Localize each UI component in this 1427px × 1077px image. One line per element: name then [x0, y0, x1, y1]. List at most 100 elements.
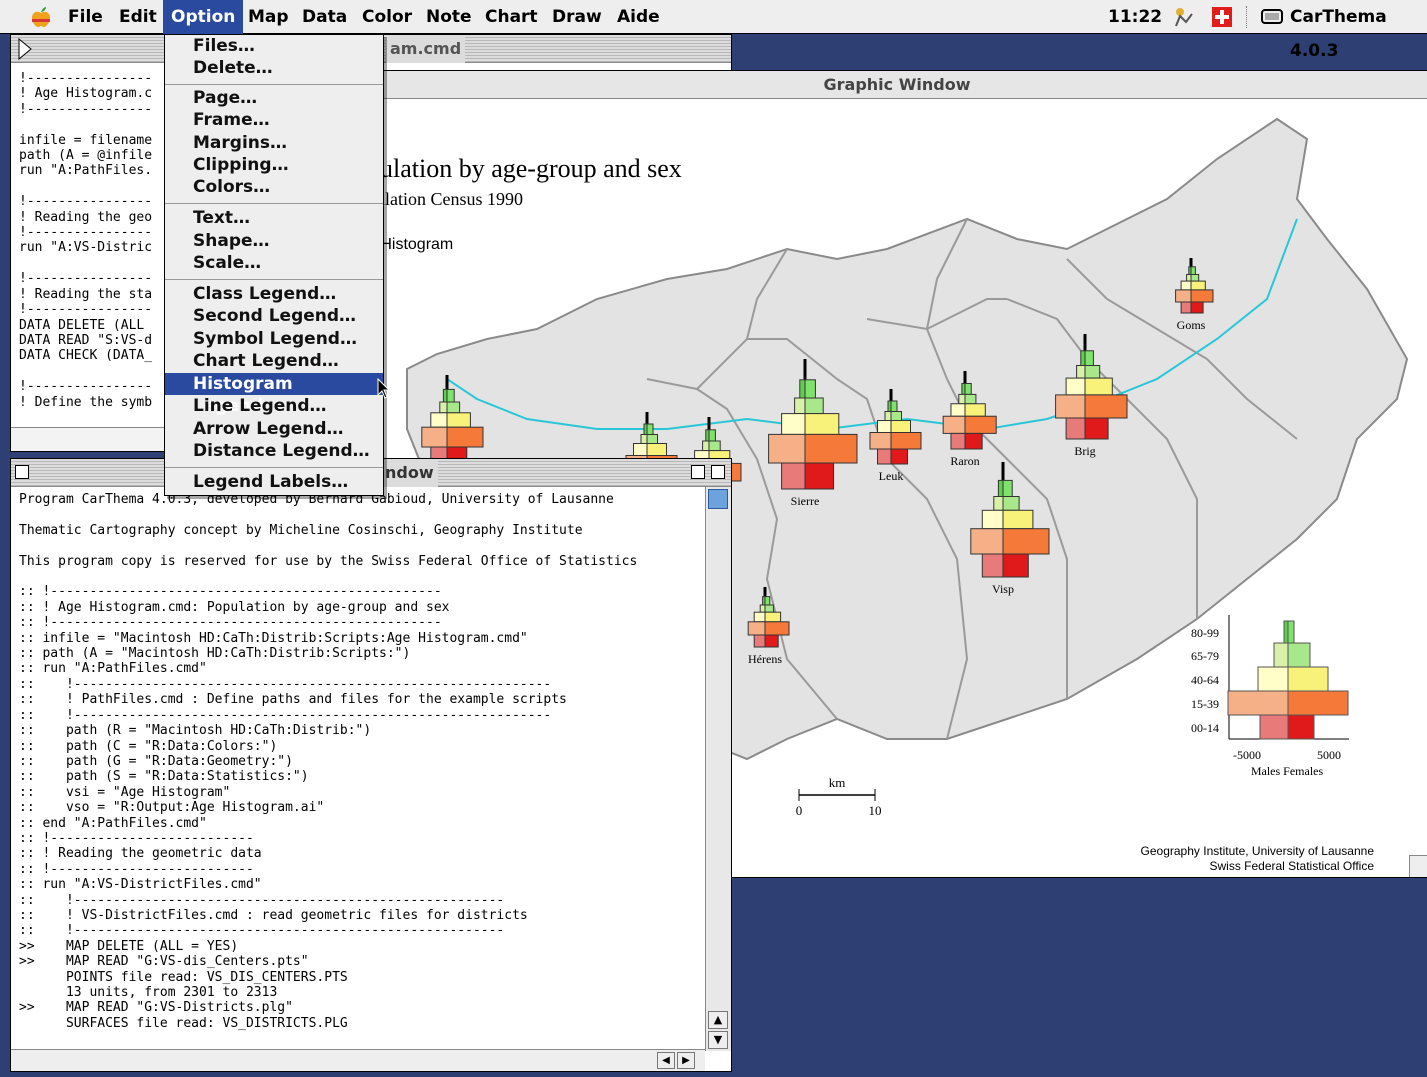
script-line: [19, 364, 152, 379]
menu-aide[interactable]: Aide: [609, 0, 668, 34]
collapse-box-icon[interactable]: [711, 465, 725, 479]
log-line: 13 units, from 2301 to 2313: [19, 985, 278, 1000]
help-icon[interactable]: [1172, 6, 1194, 28]
zoom-box-icon[interactable]: [691, 465, 705, 479]
menu-item-colors[interactable]: Colors…: [165, 176, 383, 198]
menu-item-text[interactable]: Text…: [165, 207, 383, 229]
script-line: ! Reading the sta: [19, 286, 153, 302]
scale-label: km: [829, 775, 846, 790]
log-line: :: !------------------------------------…: [19, 892, 505, 908]
scale-start: 0: [796, 803, 803, 818]
log-text[interactable]: Program CarThema 4.0.3, developed by Ber…: [19, 492, 637, 1031]
keyboard-flag-icon[interactable]: [1212, 7, 1232, 27]
map-title: pulation by age-group and sex: [367, 154, 682, 183]
legend-class-label: 65-79: [1191, 649, 1219, 663]
script-line: !----------------: [19, 225, 153, 241]
district-label: Hérens: [748, 652, 782, 666]
menu-item-page[interactable]: Page…: [165, 87, 383, 109]
scroll-down-arrow-icon[interactable]: ▼: [708, 1031, 728, 1049]
menu-map[interactable]: Map: [240, 0, 297, 34]
log-line: :: ! Reading the geometric data: [19, 846, 262, 862]
menu-item-clipping[interactable]: Clipping…: [165, 154, 383, 176]
log-line: :: ! PathFiles.cmd : Define paths and fi…: [19, 692, 567, 708]
log-line: :: path (C = "R:Data:Colors:"): [19, 738, 278, 754]
close-box-icon[interactable]: [15, 465, 29, 479]
script-line: infile = filename: [19, 132, 153, 148]
legend-class-label: 40-64: [1191, 673, 1219, 687]
log-line: :: !------------------------------------…: [19, 676, 552, 692]
menu-item-margins[interactable]: Margins…: [165, 132, 383, 154]
log-vertical-scrollbar[interactable]: ▲ ▼: [705, 487, 731, 1051]
log-line: :: infile = "Macintosh HD:CaTh:Distrib:S…: [19, 630, 528, 646]
app-icon[interactable]: [1260, 7, 1284, 27]
map-subtitle: pulation Census 1990: [367, 189, 523, 209]
script-line: DATA DELETE (ALL: [19, 317, 145, 333]
credit-line-1: Geography Institute, University of Lausa…: [1141, 844, 1375, 858]
log-window[interactable]: ndow Program CarThema 4.0.3, developed b…: [10, 458, 732, 1072]
clock: 11:22: [1108, 7, 1163, 27]
script-line: !----------------: [19, 71, 153, 86]
log-horizontal-scrollbar[interactable]: ◀ ▶: [11, 1049, 705, 1071]
menu-data[interactable]: Data: [294, 0, 355, 34]
legend-axis-max: 5000: [1317, 748, 1341, 762]
menu-item-shape[interactable]: Shape…: [165, 230, 383, 252]
scroll-thumb[interactable]: [708, 489, 728, 509]
menu-item-frame[interactable]: Frame…: [165, 109, 383, 131]
log-line: :: vso = "R:Output:Age Histogram.ai": [19, 800, 325, 816]
menu-item-symbol-legend[interactable]: Symbol Legend…: [165, 328, 383, 350]
district-label: Leuk: [879, 469, 904, 483]
menu-draw[interactable]: Draw: [544, 0, 610, 34]
menu-item-histogram-legend[interactable]: Histogram Legend…: [165, 373, 383, 416]
scroll-up-arrow-icon[interactable]: ▲: [708, 1011, 728, 1029]
menu-note[interactable]: Note: [418, 0, 480, 34]
log-line: :: ! Age Histogram.cmd: Population by ag…: [19, 599, 450, 615]
district-label: Sierre: [791, 494, 820, 508]
script-text[interactable]: !----------------! Age Histogram.c !-----…: [19, 71, 152, 410]
log-line: >> MAP READ "G:VS-dis_Centers.pts": [19, 954, 309, 970]
menu-item-second-legend[interactable]: Second Legend…: [165, 305, 383, 327]
scroll-right-arrow-icon[interactable]: ▶: [677, 1052, 695, 1069]
log-line: :: !------------------------------------…: [19, 615, 442, 631]
script-line: !----------------: [19, 101, 153, 117]
menu-bar: File Edit Option Map Data Color Note Cha…: [0, 0, 1427, 61]
scroll-left-arrow-icon[interactable]: ◀: [657, 1052, 675, 1069]
graphic-resize-corner[interactable]: [1409, 855, 1427, 877]
menu-item-chart-legend[interactable]: Chart Legend…: [165, 350, 383, 372]
menu-separator: [165, 467, 383, 468]
apple-icon[interactable]: [30, 6, 52, 28]
menu-chart[interactable]: Chart: [477, 0, 546, 34]
legend-class-label: 80-99: [1191, 626, 1219, 640]
log-line: :: path (G = "R:Data:Geometry:"): [19, 753, 293, 769]
collapse-tab-icon[interactable]: [13, 35, 37, 63]
menu-file[interactable]: File: [60, 0, 111, 34]
legend-class-label: 15-39: [1191, 697, 1219, 711]
menu-item-line-legend[interactable]: Line Legend…: [165, 395, 383, 417]
script-line: ! Age Histogram.c: [19, 86, 153, 102]
menu-item-distance-legend[interactable]: Distance Legend…: [165, 440, 383, 462]
menu-item-delete[interactable]: Delete…: [165, 57, 383, 79]
menu-item-arrow-legend[interactable]: Arrow Legend…: [165, 418, 383, 440]
menu-option[interactable]: Option: [163, 0, 244, 34]
menubar-divider: [1246, 6, 1248, 28]
credit-line-2: Swiss Federal Statistical Office: [1209, 859, 1374, 873]
menu-item-legend-labels[interactable]: Legend Labels…: [165, 471, 383, 493]
log-line: :: end "A:PathFiles.cmd": [19, 815, 207, 831]
log-line: :: !------------------------------------…: [19, 923, 505, 939]
script-line: !----------------: [19, 302, 153, 318]
menu-item-class-legend[interactable]: Class Legend…: [165, 283, 383, 305]
log-line: :: path (S = "R:Data:Statistics:"): [19, 769, 309, 785]
option-menu: Files… Delete… Page… Frame… Margins… Cli…: [164, 34, 384, 496]
menu-color[interactable]: Color: [354, 0, 420, 34]
script-window-title: am.cmd: [386, 35, 466, 63]
graphic-window-title: Graphic Window: [823, 75, 971, 94]
menu-item-files[interactable]: Files…: [165, 35, 383, 57]
application-name[interactable]: CarThema 4.0.3: [1290, 0, 1427, 68]
graphic-window-titlebar[interactable]: Graphic Window: [367, 71, 1427, 99]
menu-edit[interactable]: Edit: [111, 0, 165, 34]
script-line: !----------------: [19, 379, 153, 395]
menu-item-scale[interactable]: Scale…: [165, 252, 383, 274]
legend-axis-min: -5000: [1233, 748, 1261, 762]
